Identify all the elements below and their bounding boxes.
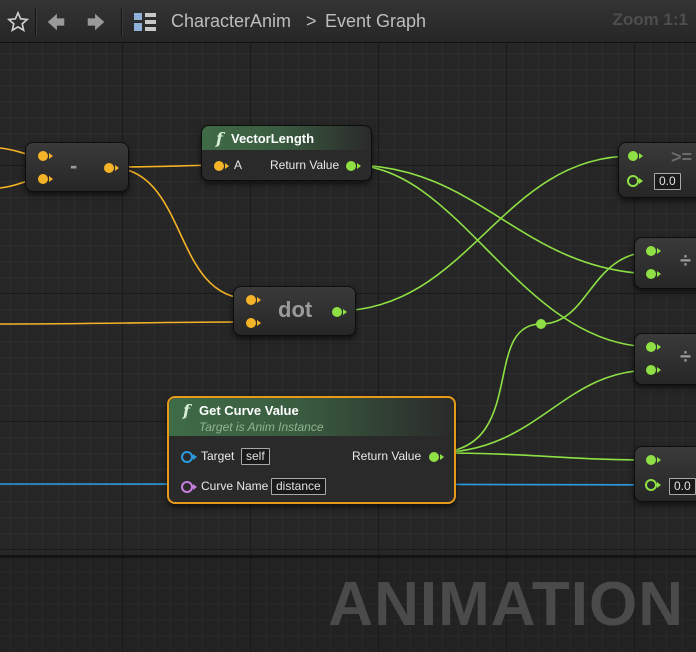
breadcrumb-sub-graph[interactable]: Event Graph <box>325 0 426 43</box>
wire-dot-to-compare[interactable] <box>335 155 633 312</box>
favorite-button[interactable] <box>0 0 36 43</box>
graph-icon <box>134 12 156 31</box>
get-curve-value-node[interactable]: f Get Curve Value Target is Anim Instanc… <box>167 396 456 504</box>
subtract-output-pin[interactable] <box>102 160 122 176</box>
target-pin[interactable] <box>180 450 198 464</box>
compare-node-bottom[interactable]: 0.0 <box>634 446 696 502</box>
wire-input-dot-b[interactable] <box>0 321 251 325</box>
get-curve-value-title: Get Curve Value <box>199 403 299 418</box>
compare-node-top[interactable]: 0.0 >= <box>618 142 696 198</box>
vector-length-node[interactable]: f VectorLength A Return Value <box>201 125 372 181</box>
compare-top-value-field[interactable]: 0.0 <box>654 173 681 190</box>
divide-2-symbol: ÷ <box>680 346 691 368</box>
graph-type-button[interactable] <box>127 0 163 43</box>
back-button[interactable] <box>38 0 74 43</box>
breadcrumb-graph-name[interactable]: CharacterAnim <box>171 0 291 43</box>
divide-1-symbol: ÷ <box>680 250 691 272</box>
vector-length-input-pin[interactable] <box>212 159 230 173</box>
graph-toolbar: CharacterAnim > Event Graph Zoom 1:1 <box>0 0 696 43</box>
compare-bottom-value-field[interactable]: 0.0 <box>669 478 696 495</box>
function-icon: f <box>216 129 223 148</box>
star-icon <box>7 10 29 32</box>
target-value-field[interactable]: self <box>241 448 270 465</box>
divide-node-2[interactable]: ÷ <box>634 333 696 385</box>
vector-length-return-label: Return Value <box>270 158 340 172</box>
vector-length-pin-a: A <box>234 158 243 172</box>
compare-top-symbol: >= <box>671 147 693 167</box>
get-curve-value-return-label: Return Value <box>352 449 422 463</box>
vector-length-output-pin[interactable] <box>344 159 362 173</box>
function-icon: f <box>183 401 190 420</box>
dot-product-node[interactable]: dot <box>233 286 356 336</box>
forward-arrow-icon <box>87 13 105 30</box>
curve-name-pin[interactable] <box>180 480 198 494</box>
get-curve-value-subtitle: Target is Anim Instance <box>199 420 324 434</box>
compare-top-input-pins[interactable] <box>625 149 643 189</box>
wire-subtract-to-dot[interactable] <box>107 166 251 300</box>
zoom-level: Zoom 1:1 <box>612 10 688 29</box>
curve-name-field[interactable]: distance <box>271 478 326 495</box>
dot-output-pin[interactable] <box>330 304 350 320</box>
vector-length-title: VectorLength <box>231 131 315 146</box>
subtract-symbol: - <box>70 153 78 178</box>
divide-node-1[interactable]: ÷ <box>634 237 696 289</box>
divide-2-input-pins[interactable] <box>643 340 661 380</box>
wire-length-to-divide2[interactable] <box>350 164 653 348</box>
wire-curve-to-divide2[interactable] <box>432 369 653 454</box>
compare-bottom-input-pins[interactable] <box>643 453 661 493</box>
breadcrumb-separator: > <box>306 11 317 31</box>
wire-length-to-divide1[interactable] <box>350 164 653 275</box>
subtract-input-pins[interactable] <box>35 149 53 189</box>
divide-1-input-pins[interactable] <box>643 244 661 284</box>
graph-type-watermark: ANIMATION <box>328 570 684 639</box>
dot-symbol: dot <box>278 297 313 322</box>
wire-curve-to-compare[interactable] <box>432 452 653 461</box>
forward-button[interactable] <box>78 0 114 43</box>
get-curve-value-output-pin[interactable] <box>427 450 445 464</box>
subtract-node[interactable]: - <box>25 142 129 192</box>
curve-name-label: Curve Name <box>201 479 269 493</box>
back-arrow-icon <box>47 13 65 30</box>
graph-footer: ANIMATION <box>0 555 696 652</box>
event-graph-canvas[interactable]: - f VectorLength A Return Value dot f Ge… <box>0 43 696 555</box>
dot-input-pins[interactable] <box>243 293 261 333</box>
reroute-node[interactable] <box>536 319 546 329</box>
target-label: Target <box>201 449 235 463</box>
